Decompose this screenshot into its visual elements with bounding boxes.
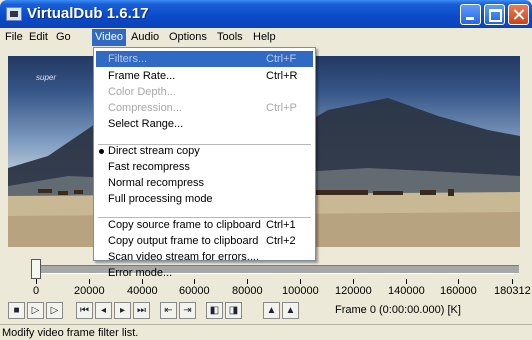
mark-in-icon[interactable]: ▲: [263, 302, 280, 319]
maximize-button[interactable]: [484, 4, 505, 25]
video-menu-item-shortcut: Ctrl+2: [266, 235, 296, 247]
menu-tools[interactable]: Tools: [217, 31, 243, 43]
ruler-tick-label: 100000: [282, 285, 319, 297]
video-menu-item-label: Select Range...: [108, 118, 184, 130]
ruler-tick: [89, 279, 90, 284]
radio-bullet-icon: [99, 149, 104, 154]
video-menu-item-label: Direct stream copy: [108, 145, 200, 157]
menu-go[interactable]: Go: [56, 31, 71, 43]
video-menu-item-shortcut: Ctrl+1: [266, 219, 296, 231]
video-menu-item[interactable]: Direct stream copy: [96, 143, 313, 159]
video-menu-item[interactable]: Frame Rate... Ctrl+R: [96, 68, 313, 84]
ruler-tick-label: 0: [33, 285, 40, 297]
ruler-tick-label: 180312: [494, 285, 531, 297]
video-menu-item-label: Color Depth...: [108, 86, 176, 98]
video-menu-item[interactable]: Filters... Ctrl+F: [96, 51, 313, 67]
video-menu-item-label: Filters...: [108, 53, 148, 65]
play-output-icon[interactable]: ▷: [46, 302, 63, 319]
title-bar[interactable]: VirtualDub 1.6.17: [0, 0, 532, 28]
ruler-tick-label: 60000: [179, 285, 210, 297]
ruler-tick: [353, 279, 354, 284]
prev-frame-icon[interactable]: ◂: [95, 302, 112, 319]
stop-icon[interactable]: ■: [8, 302, 25, 319]
video-menu-item-label: Frame Rate...: [108, 70, 176, 82]
ruler-tick: [458, 279, 459, 284]
video-menu-dropdown: Filters... Ctrl+F Frame Rate... Ctrl+R Color…: [93, 47, 316, 279]
menu-options[interactable]: Options: [169, 31, 207, 43]
video-menu-item-label: Error mode...: [108, 267, 173, 279]
video-menu-item[interactable]: Select Range...: [96, 116, 313, 132]
video-menu-item[interactable]: Error mode...: [96, 265, 313, 281]
video-menu-item-shortcut: Ctrl+P: [266, 102, 297, 114]
video-menu-item-label: Scan video stream for errors....: [108, 251, 259, 263]
menu-audio[interactable]: Audio: [131, 31, 159, 43]
video-menu-item[interactable]: Color Depth...: [96, 84, 313, 100]
video-menu-item-label: Compression...: [108, 102, 182, 114]
ruler-tick: [36, 279, 37, 284]
video-menu-item[interactable]: Scan video stream for errors....: [96, 249, 313, 265]
next-frame-icon[interactable]: ▸: [114, 302, 131, 319]
main-window: VirtualDub 1.6.17 File Edit Go Video Aud…: [0, 0, 532, 340]
watermark-logo: super: [36, 73, 57, 82]
video-menu-item-label: Full processing mode: [108, 193, 213, 205]
video-menu-item[interactable]: Full processing mode: [96, 191, 313, 207]
ruler-tick-label: 20000: [74, 285, 105, 297]
timeline-thumb[interactable]: [31, 259, 41, 279]
scene-next-icon[interactable]: ◨: [225, 302, 242, 319]
next-keyframe-icon[interactable]: ⇥: [179, 302, 196, 319]
ruler-tick: [512, 279, 513, 284]
close-button[interactable]: [508, 4, 529, 25]
scene-prev-icon[interactable]: ◧: [206, 302, 223, 319]
menu-separator: [98, 217, 311, 218]
status-text: Modify video frame filter list.: [2, 327, 139, 339]
ruler-tick-label: 40000: [127, 285, 158, 297]
menu-edit[interactable]: Edit: [29, 31, 48, 43]
menu-file[interactable]: File: [5, 31, 23, 43]
video-menu-item[interactable]: Normal recompress: [96, 175, 313, 191]
video-menu-item-label: Fast recompress: [108, 161, 190, 173]
go-end-icon[interactable]: ⏭: [133, 302, 150, 319]
video-menu-item-shortcut: Ctrl+F: [266, 53, 297, 65]
window-title: VirtualDub 1.6.17: [27, 5, 149, 22]
ruler-tick: [406, 279, 407, 284]
video-menu-item-label: Copy output frame to clipboard: [108, 235, 259, 247]
video-menu-item-label: Normal recompress: [108, 177, 204, 189]
video-menu-item[interactable]: Copy output frame to clipboard Ctrl+2: [96, 233, 313, 249]
video-menu-item[interactable]: Copy source frame to clipboard Ctrl+1: [96, 217, 313, 233]
menu-video[interactable]: Video: [92, 29, 126, 46]
minimize-button[interactable]: [460, 4, 481, 25]
menu-help[interactable]: Help: [253, 31, 276, 43]
prev-keyframe-icon[interactable]: ⇤: [160, 302, 177, 319]
video-menu-item[interactable]: Fast recompress: [96, 159, 313, 175]
menu-bar: File Edit Go Video Audio Options Tools H…: [0, 28, 532, 48]
status-bar: Modify video frame filter list.: [0, 324, 532, 340]
go-start-icon[interactable]: ⏮: [76, 302, 93, 319]
mark-out-icon[interactable]: ▲: [282, 302, 299, 319]
menu-separator: [98, 144, 311, 145]
ruler-tick-label: 160000: [440, 285, 477, 297]
video-menu-item-label: Copy source frame to clipboard: [108, 219, 261, 231]
frame-status: Frame 0 (0:00:00.000) [K]: [335, 304, 461, 316]
app-icon[interactable]: [6, 7, 22, 21]
video-menu-item[interactable]: Compression... Ctrl+P: [96, 100, 313, 116]
ruler-tick-label: 140000: [388, 285, 425, 297]
play-input-icon[interactable]: ▷: [27, 302, 44, 319]
video-menu-item-shortcut: Ctrl+R: [266, 70, 298, 82]
ruler-tick-label: 80000: [232, 285, 263, 297]
ruler-tick-label: 120000: [335, 285, 372, 297]
